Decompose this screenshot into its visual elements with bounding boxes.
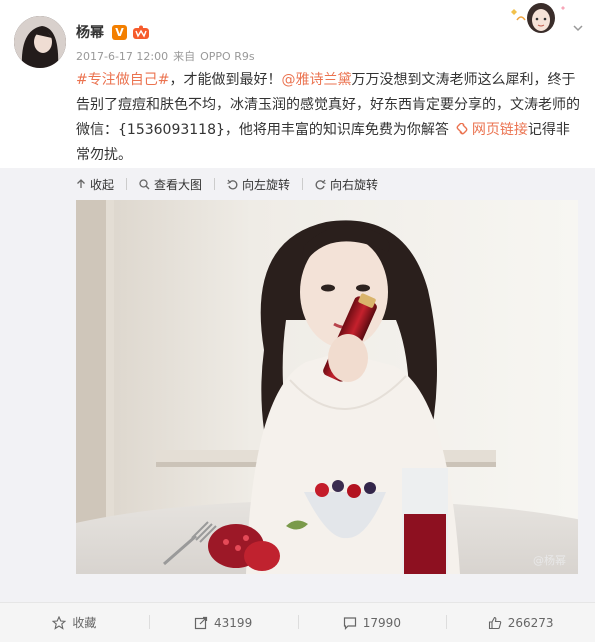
view-large-label: 查看大图 [154,177,203,192]
source-device: OPPO R9s [200,50,255,63]
repost-button[interactable]: 43199 [148,603,298,642]
mention-link[interactable]: @雅诗兰黛 [281,72,351,88]
web-link[interactable]: 网页链接 [449,122,528,138]
member-crown-icon[interactable] [132,25,150,40]
user-name[interactable]: 杨幂 [76,22,104,42]
photo-illustration [76,200,578,574]
image-toolbar: 收起 查看大图 向左旋转 向右旋转 [76,176,396,192]
chevron-down-icon[interactable] [572,22,584,34]
image-watermark: @杨幂 [533,554,566,567]
post-timestamp[interactable]: 2017-6-17 12:00 [76,50,168,63]
repost-icon [194,616,208,629]
toolbar-divider [214,178,216,190]
content-text: ，才能做到最好！ [169,72,282,88]
magnifier-icon [139,178,150,189]
like-button[interactable]: 266273 [446,603,595,642]
source-prefix: 来自 [173,50,196,63]
avatar[interactable] [14,16,66,68]
collapse-button[interactable]: 收起 [76,176,114,193]
rotate-right-label: 向右旋转 [330,177,379,192]
verified-badge: V [112,24,127,40]
weibo-post-card: 杨幂 V 2017-6-17 12:00 来自 OPPO R9s #专注做自己#，才… [0,0,595,642]
link-label[interactable]: 网页链接 [472,122,528,138]
favorite-button[interactable]: 收藏 [0,603,149,642]
action-bar: 收藏 43199 17990 266273 [0,602,595,642]
post-meta: 2017-6-17 12:00 来自 OPPO R9s [76,48,255,64]
rotate-left-icon [227,179,238,189]
view-large-button[interactable]: 查看大图 [139,176,202,193]
favorite-label: 收藏 [72,616,97,630]
repost-count: 43199 [214,615,253,630]
post-photo[interactable]: @杨幂 [76,200,578,574]
arrow-up-icon [77,179,85,188]
comment-button[interactable]: 17990 [297,603,447,642]
collapse-label: 收起 [90,177,115,192]
hashtag-link[interactable]: #专注做自己# [76,72,169,88]
profile-decoration-icon [511,3,565,33]
rotate-left-label: 向左旋转 [242,177,291,192]
link-icon [456,122,468,135]
comment-icon [343,616,356,630]
like-count: 266273 [507,615,554,630]
post-content: #专注做自己#，才能做到最好！@雅诗兰黛万万没想到文涛老师这么犀利，终于告别了痘… [76,68,582,168]
rotate-right-icon [315,179,326,189]
thumbs-up-icon [488,616,501,629]
rotate-left-button[interactable]: 向左旋转 [227,176,290,193]
toolbar-divider [302,178,304,190]
comment-count: 17990 [362,615,401,630]
toolbar-divider [126,178,128,190]
star-icon [52,615,67,630]
rotate-right-button[interactable]: 向右旋转 [315,176,378,193]
